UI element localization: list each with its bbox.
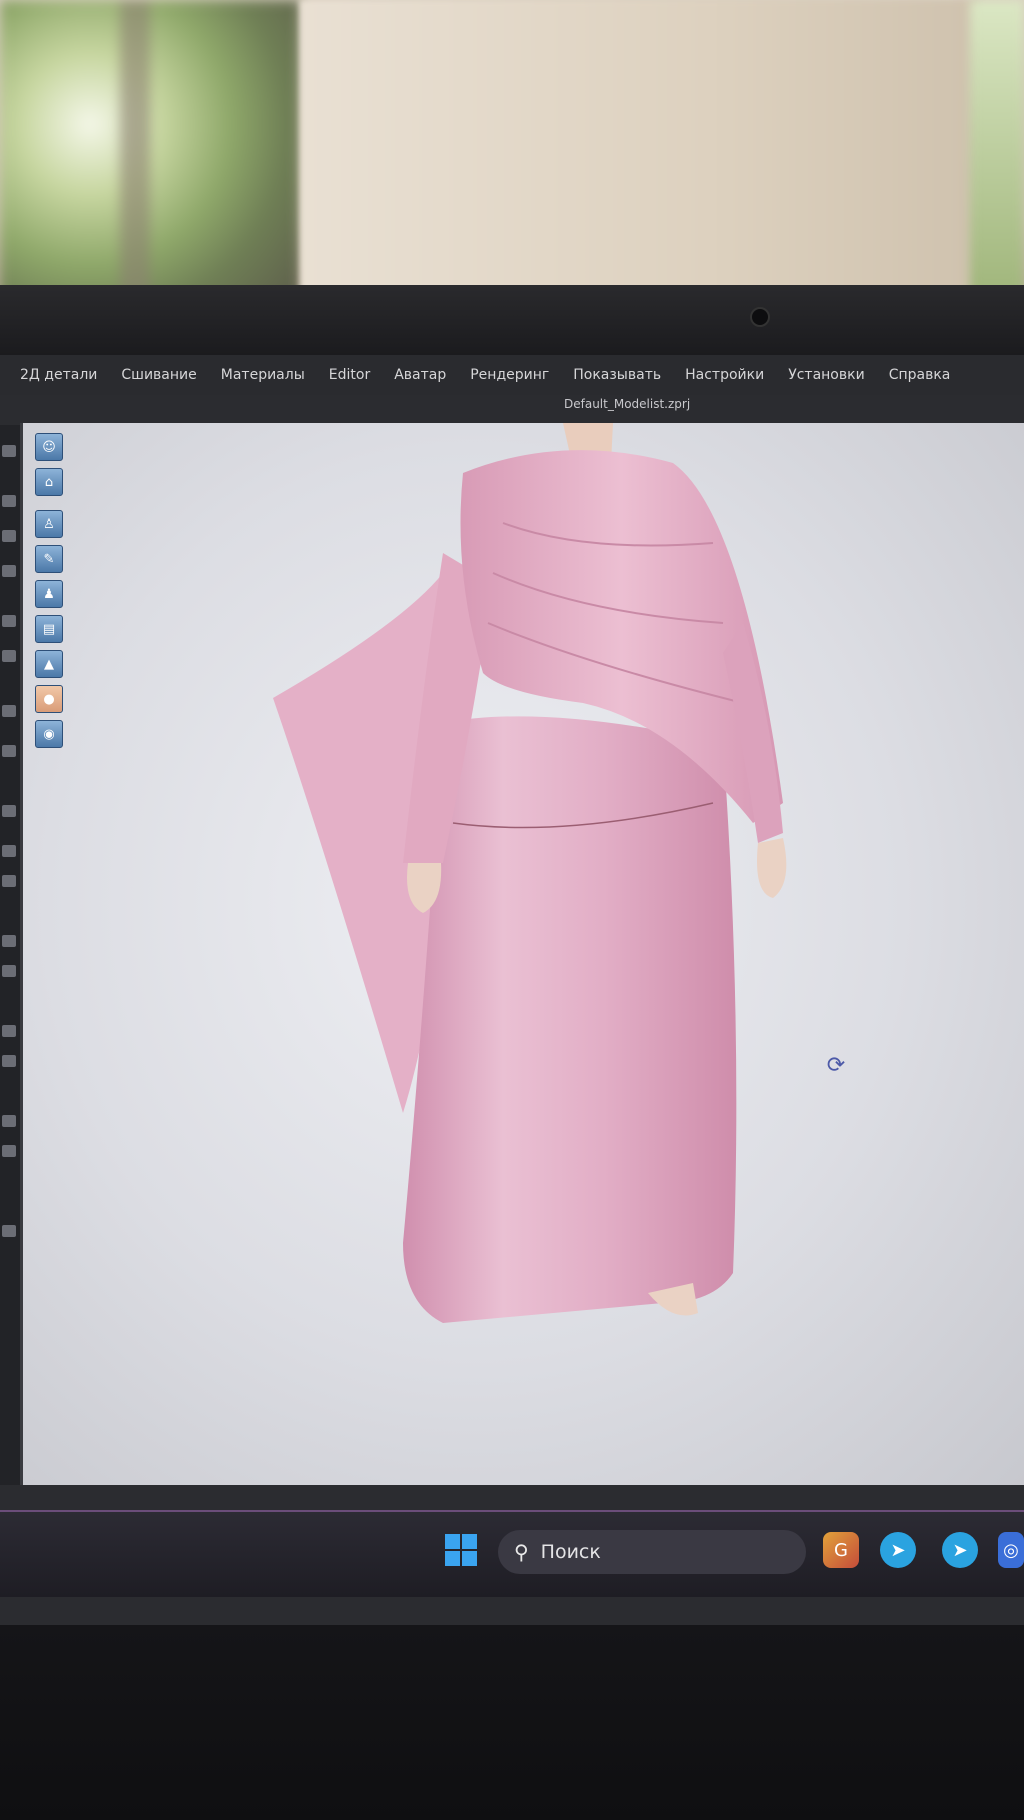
file-title: Default_Modelist.zprj (564, 397, 691, 411)
photo-frame: 2Д детали Сшивание Материалы Editor Ават… (0, 0, 1024, 1820)
menu-rendering[interactable]: Рендеринг (470, 367, 549, 383)
app-icon[interactable]: G (823, 1532, 859, 1568)
simulation-sync-icon[interactable]: ⟳ (823, 1053, 849, 1079)
taskbar-search[interactable]: ⚲ Поиск (498, 1530, 806, 1574)
strip-tool-icon[interactable] (2, 445, 16, 457)
strip-tool-icon[interactable] (2, 745, 16, 757)
strip-tool-icon[interactable] (2, 615, 16, 627)
shirt-icon[interactable]: ♙ (35, 510, 63, 538)
skin-icon[interactable]: ● (35, 685, 63, 713)
garment-icon[interactable]: ⌂ (35, 468, 63, 496)
strip-tool-icon[interactable] (2, 805, 16, 817)
menu-materials[interactable]: Материалы (221, 367, 305, 383)
menu-avatar[interactable]: Аватар (394, 367, 446, 383)
left-tool-strip (0, 425, 20, 1485)
strip-tool-icon[interactable] (2, 845, 16, 857)
strip-tool-icon[interactable] (2, 1055, 16, 1067)
windows-start-icon[interactable] (445, 1534, 477, 1566)
webcam-icon (750, 307, 770, 327)
strip-tool-icon[interactable] (2, 1145, 16, 1157)
avatar-pose-icon[interactable]: ☺ (35, 433, 63, 461)
strip-tool-icon[interactable] (2, 875, 16, 887)
strip-tool-icon[interactable] (2, 1115, 16, 1127)
hanger-icon[interactable]: ▲ (35, 650, 63, 678)
strip-tool-icon[interactable] (2, 965, 16, 977)
laptop: 2Д детали Сшивание Материалы Editor Ават… (0, 285, 1024, 1820)
menu-settings[interactable]: Настройки (685, 367, 764, 383)
brush-icon[interactable]: ✎ (35, 545, 63, 573)
menu-sewing[interactable]: Сшивание (121, 367, 196, 383)
search-placeholder: Поиск (540, 1541, 601, 1563)
laptop-top-bezel (0, 285, 1024, 355)
search-icon: ⚲ (514, 1540, 529, 1564)
menu-display[interactable]: Показывать (573, 367, 661, 383)
app-icon[interactable]: ◎ (998, 1532, 1024, 1568)
strip-tool-icon[interactable] (2, 1225, 16, 1237)
strip-tool-icon[interactable] (2, 650, 16, 662)
menu-help[interactable]: Справка (889, 367, 951, 383)
screen: 2Д детали Сшивание Материалы Editor Ават… (0, 355, 1024, 1625)
menubar: 2Д детали Сшивание Материалы Editor Ават… (0, 355, 1024, 395)
strip-tool-icon[interactable] (2, 935, 16, 947)
menu-2d-details[interactable]: 2Д детали (20, 367, 97, 383)
viewport-toolbar: ☺ ⌂ ♙ ✎ ♟ ▤ ▲ ● ◉ (35, 433, 67, 755)
avatar-icon[interactable]: ♟ (35, 580, 63, 608)
strip-tool-icon[interactable] (2, 530, 16, 542)
menu-editor[interactable]: Editor (329, 367, 370, 383)
laptop-bottom-bezel (0, 1625, 1024, 1820)
strip-tool-icon[interactable] (2, 495, 16, 507)
avatar-garment-render (273, 423, 787, 1323)
globe-icon[interactable]: ◉ (35, 720, 63, 748)
windows-taskbar: ⚲ Поиск G ➤ ➤ ◎ (0, 1510, 1024, 1597)
right-hand (757, 838, 787, 898)
background-wall (300, 0, 980, 310)
strip-tool-icon[interactable] (2, 1025, 16, 1037)
strip-tool-icon[interactable] (2, 565, 16, 577)
telegram-icon[interactable]: ➤ (942, 1532, 978, 1568)
background-window-left (0, 0, 300, 310)
menu-preferences[interactable]: Установки (788, 367, 865, 383)
background-window-right (970, 0, 1024, 300)
layer-icon[interactable]: ▤ (35, 615, 63, 643)
telegram-icon[interactable]: ➤ (880, 1532, 916, 1568)
3d-viewport[interactable]: ☺ ⌂ ♙ ✎ ♟ ▤ ▲ ● ◉ ⟳ (20, 423, 1024, 1485)
strip-tool-icon[interactable] (2, 705, 16, 717)
